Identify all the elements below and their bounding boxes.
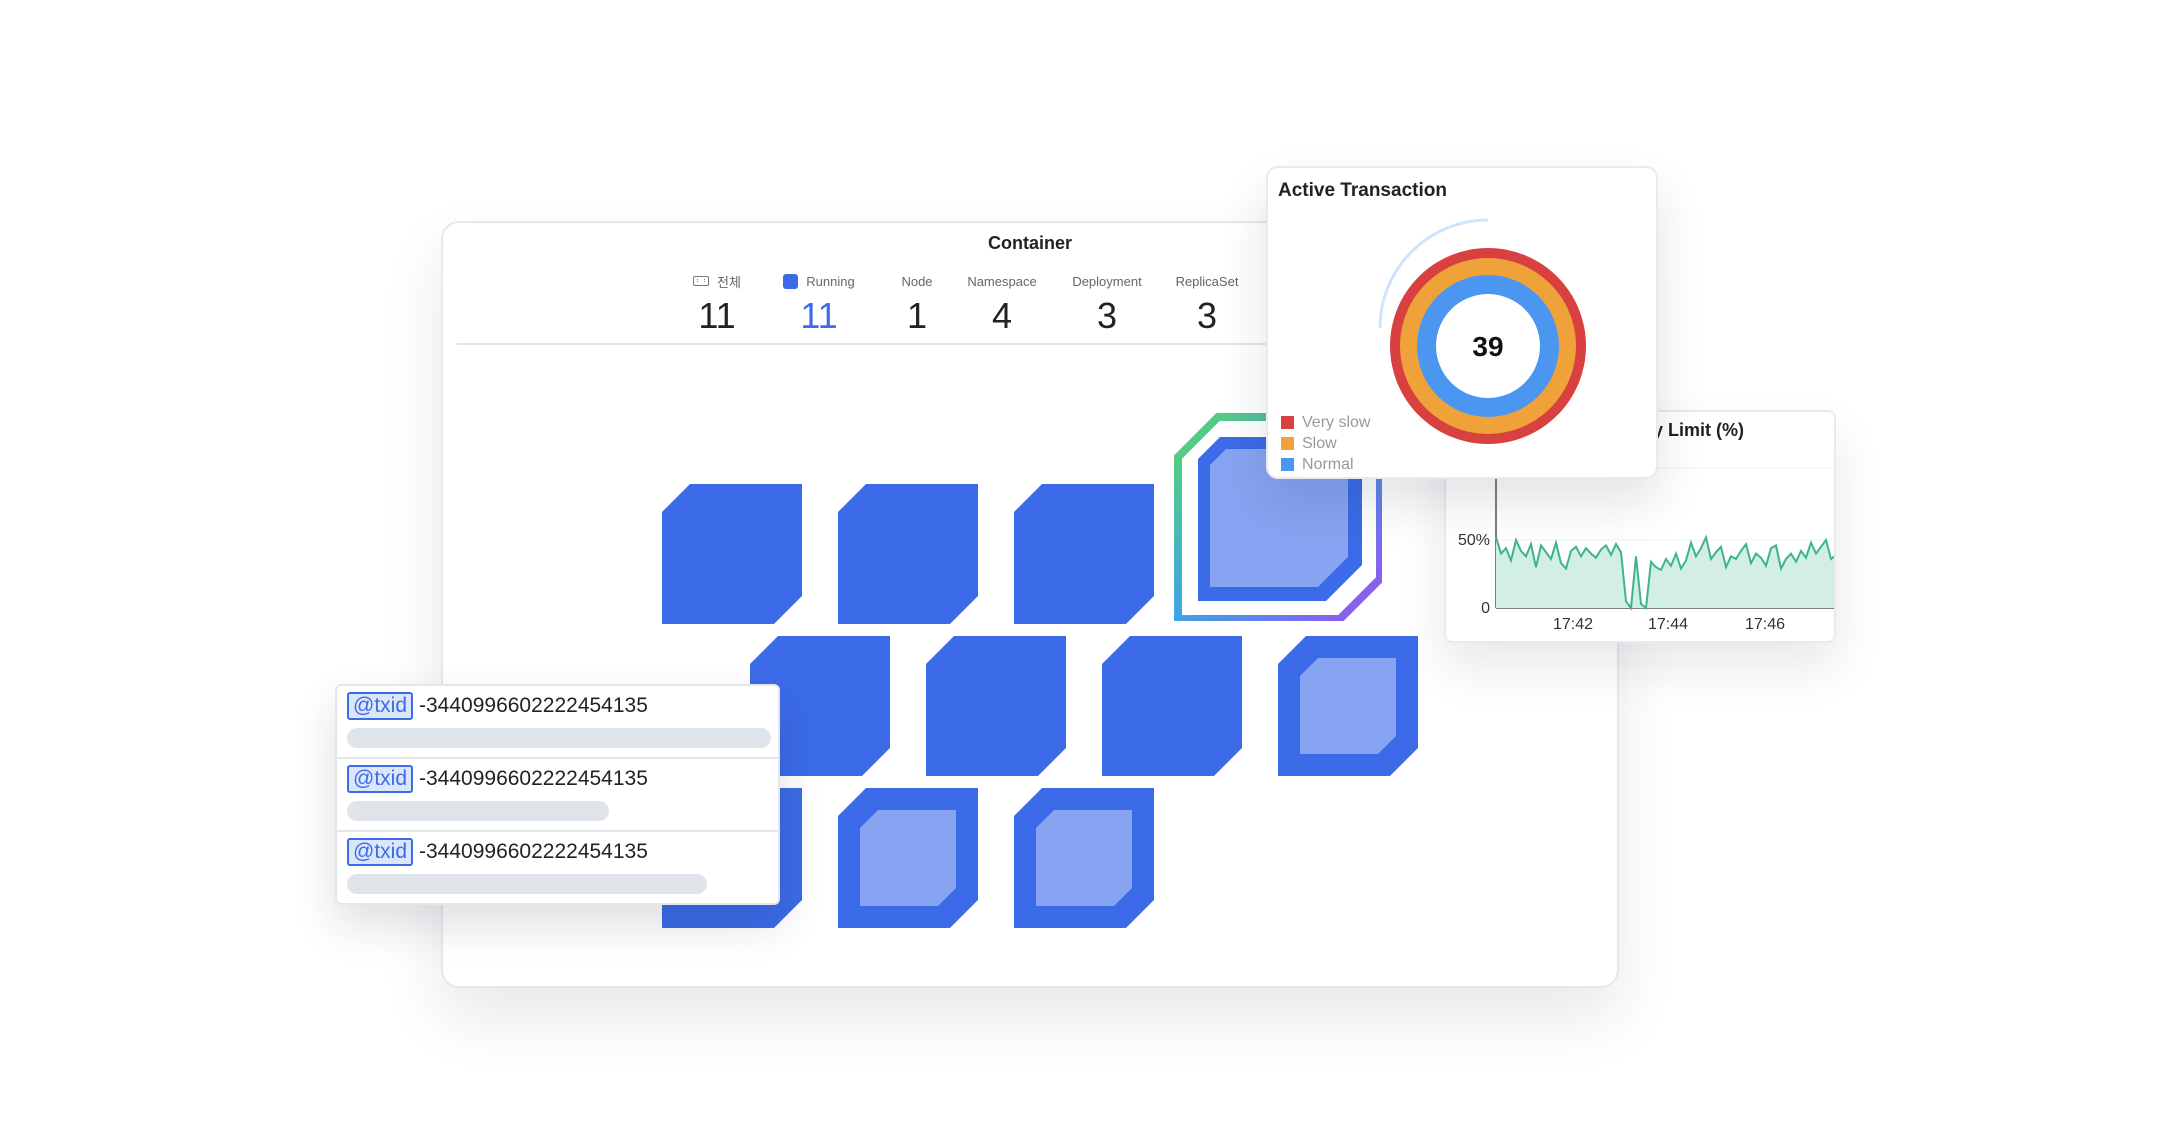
transaction-row[interactable]: @txid -3440996602222454135 (337, 686, 778, 759)
container-cell[interactable] (838, 484, 978, 624)
stat-label: Namespace (967, 273, 1037, 289)
transaction-id: -3440996602222454135 (419, 694, 648, 717)
legend-swatch (1281, 416, 1294, 429)
stat-value: 3 (1196, 295, 1218, 336)
stat-namespace[interactable]: Namespace 4 (942, 271, 1062, 337)
txid-tag: @txid (347, 838, 413, 866)
legend-swatch (1281, 458, 1294, 471)
x-tick-label: 17:46 (1745, 616, 1785, 633)
active-transaction-value: 39 (1472, 331, 1503, 362)
transaction-id: -3440996602222454135 (419, 767, 648, 790)
transaction-id: -3440996602222454135 (419, 840, 648, 863)
legend: Very slow Slow Normal (1281, 412, 1370, 475)
transaction-bar (347, 801, 609, 821)
stat-value: 4 (991, 295, 1013, 336)
container-cell[interactable] (1014, 788, 1154, 928)
container-cell[interactable] (838, 788, 978, 928)
container-cell[interactable] (926, 636, 1066, 776)
txid-tag: @txid (347, 765, 413, 793)
legend-item: Slow (1281, 433, 1370, 454)
active-transaction-card: Active Transaction 39 Very slow Slow Nor… (1266, 166, 1658, 479)
container-cell[interactable] (662, 484, 802, 624)
stat-label: 전체 (717, 274, 741, 290)
active-transaction-donut[interactable]: 39 (1368, 218, 1588, 448)
stat-label: ReplicaSet (1175, 273, 1239, 289)
x-tick-label: 17:44 (1648, 616, 1688, 633)
container-cell[interactable] (1014, 484, 1154, 624)
txid-tag: @txid (347, 692, 413, 720)
container-cell[interactable] (1278, 636, 1418, 776)
running-square-icon (783, 273, 799, 289)
legend-item: Normal (1281, 454, 1370, 475)
x-tick-label: 17:42 (1553, 616, 1593, 633)
stat-replicaset[interactable]: ReplicaSet 3 (1147, 271, 1267, 337)
card-title: Active Transaction (1278, 180, 1447, 201)
stat-label: Running (806, 273, 855, 289)
y-tick-label: 50% (1458, 532, 1490, 549)
transaction-row[interactable]: @txid -3440996602222454135 (337, 759, 778, 832)
y-tick-label: 0 (1481, 600, 1490, 617)
memory-area (1496, 537, 1834, 608)
transaction-row[interactable]: @txid -3440996602222454135 (337, 832, 778, 905)
transaction-list-card: @txid -3440996602222454135 @txid -344099… (335, 684, 780, 905)
legend-item: Very slow (1281, 412, 1370, 433)
grid-icon (693, 276, 710, 286)
transaction-bar (347, 728, 771, 748)
stage: Container 전체 11 Running 11 Node 1 Namesp… (0, 0, 2160, 1146)
legend-swatch (1281, 437, 1294, 450)
transaction-bar (347, 874, 707, 894)
container-cell[interactable] (1102, 636, 1242, 776)
